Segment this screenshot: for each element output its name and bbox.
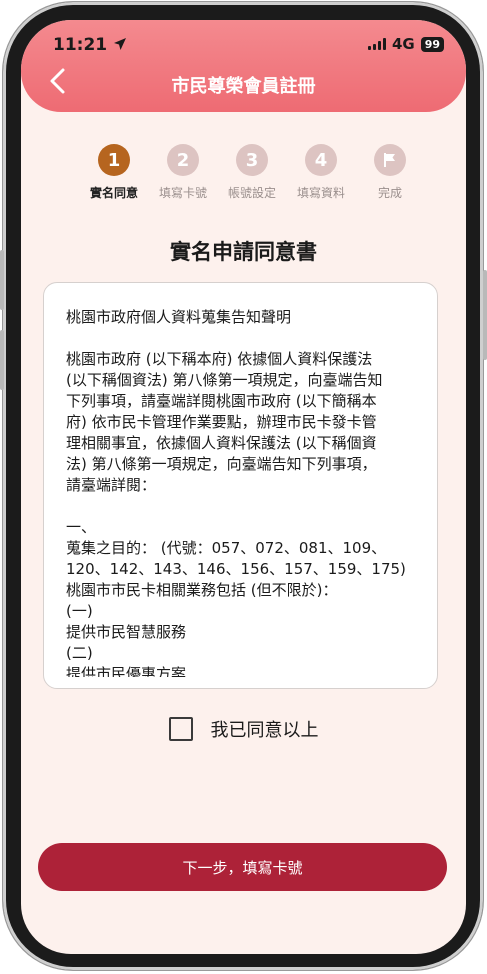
phone-side-button [483,270,487,360]
terms-line: 府) 依市民卡管理作業要點，辦理市民卡發卡管 [66,413,377,431]
step-progress: 1 實名同意 2 填寫卡號 3 帳號設定 4 填寫資料 完成 [21,144,466,214]
terms-scroll-box[interactable]: 桃園市政府個人資料蒐集告知聲明 桃園市政府 (以下稱本府) 依據個人資料保護法 (… [43,282,438,689]
terms-line: 蒐集之目的： (代號：057、072、081、109、 [66,539,387,557]
terms-line: 提供市民智慧服務 [66,623,187,641]
terms-line: 法) 第八條第一項規定，向臺端告知下列事項， [66,455,377,473]
status-time: 11:21 [53,35,127,55]
next-step-button[interactable]: 下一步，填寫卡號 [38,843,447,891]
terms-line: 一、 [66,518,97,536]
step-label: 完成 [377,186,402,200]
step-number: 1 [98,144,130,176]
step-2: 2 填寫卡號 [148,144,218,201]
step-4: 4 填寫資料 [286,144,356,201]
step-label: 實名同意 [89,186,138,200]
agree-row[interactable]: 我已同意以上 [21,716,466,742]
status-indicators: 4G 99 [367,35,444,53]
terms-line: (以下稱個資法) 第八條第一項規定，向臺端告知 [66,371,383,389]
terms-line: 桃園市政府個人資料蒐集告知聲明 [66,308,292,326]
terms-line: 下列事項，請臺端詳閱桃園市政府 (以下簡稱本 [66,392,377,410]
terms-line: 桃園市市民卡相關業務包括 (但不限於)： [66,581,338,599]
step-number: 2 [167,144,199,176]
step-label: 帳號設定 [227,186,276,200]
app-screen: 11:21 4G 99 市民尊榮會員註冊 1 實名同意 2 填寫卡號 3 帳號設… [21,20,466,954]
step-1: 1 實名同意 [79,144,149,201]
network-type: 4G [391,35,415,53]
terms-line: 理相關事宜，依據個人資料保護法 (以下稱個資 [66,434,377,452]
step-label: 填寫卡號 [158,186,207,200]
step-label: 填寫資料 [296,186,345,200]
terms-line: 桃園市政府 (以下稱本府) 依據個人資料保護法 [66,350,373,368]
phone-side-button [0,330,4,390]
terms-line: 提供市民優惠方案 [66,665,187,677]
terms-text: 桃園市政府個人資料蒐集告知聲明 桃園市政府 (以下稱本府) 依據個人資料保護法 (… [66,307,418,677]
battery-icon: 99 [420,36,444,52]
phone-side-button [0,250,4,310]
signal-icon [367,38,386,50]
step-3: 3 帳號設定 [217,144,287,201]
terms-line: 120、142、143、146、156、157、159、175) [66,560,406,578]
agree-checkbox[interactable] [168,717,193,741]
terms-line: (一) [66,602,93,620]
step-5: 完成 [355,144,425,201]
terms-line: 請臺端詳閱： [66,476,157,494]
terms-line: (二) [66,644,93,662]
terms-line [66,328,418,349]
document-title: 實名申請同意書 [170,240,317,264]
location-arrow-icon [114,38,127,50]
page-title: 市民尊榮會員註冊 [171,76,316,97]
agree-label[interactable]: 我已同意以上 [211,716,319,742]
step-number: 4 [305,144,337,176]
step-number: 3 [236,144,268,176]
flag-icon [374,144,406,176]
terms-line [66,496,418,517]
app-header: 11:21 4G 99 市民尊榮會員註冊 [21,20,466,112]
